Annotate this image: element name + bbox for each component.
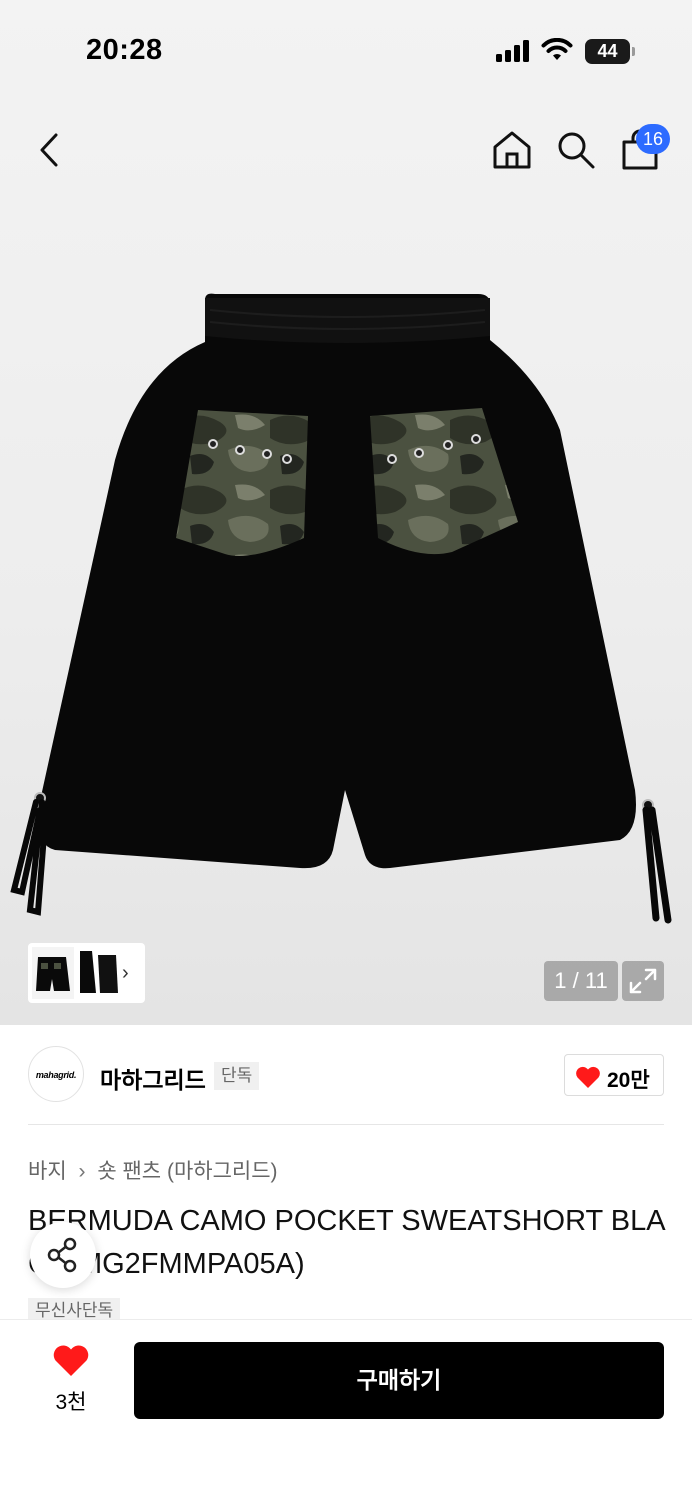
wifi-icon — [541, 38, 573, 60]
wishlist-count: 3천 — [55, 1391, 87, 1414]
search-button[interactable] — [556, 130, 596, 170]
cart-count-badge: 16 — [636, 124, 670, 154]
thumbnail-image — [32, 947, 118, 999]
breadcrumb-item-subcategory[interactable]: 숏 팬츠 (마하그리드) — [97, 1155, 277, 1185]
breadcrumb: 바지 › 숏 팬츠 (마하그리드) — [28, 1155, 278, 1185]
product-hero: 20:28 44 16 › 1 / 11 — [0, 0, 692, 1025]
breadcrumb-item-category[interactable]: 바지 — [28, 1155, 67, 1185]
brand-like-count: 20만 — [607, 1069, 650, 1092]
chevron-right-icon: › — [78, 1160, 86, 1183]
home-button[interactable] — [492, 130, 532, 170]
share-button[interactable] — [30, 1222, 96, 1288]
product-image[interactable] — [0, 270, 692, 940]
brand-exclusive-tag: 단독 — [214, 1062, 260, 1090]
status-time: 20:28 — [86, 34, 163, 66]
back-button[interactable] — [30, 128, 70, 172]
thumbnail-next-chevron[interactable]: › — [122, 962, 129, 985]
image-page-counter: 1 / 11 — [544, 961, 618, 1001]
heart-icon — [576, 1066, 600, 1088]
brand-row[interactable]: mahagrid. 마하그리드 단독 20만 — [28, 1046, 664, 1104]
heart-icon — [53, 1345, 89, 1376]
chevron-left-icon — [40, 133, 58, 167]
battery-icon: 44 — [585, 39, 635, 64]
expand-button[interactable] — [622, 961, 664, 1001]
product-title: BERMUDA CAMO POCKET SWEATSHORT BLACK(MG2… — [28, 1205, 666, 1280]
home-icon — [493, 131, 531, 169]
battery-level: 44 — [597, 41, 618, 61]
search-icon — [558, 132, 595, 169]
status-bar: 20:28 44 — [0, 0, 692, 100]
brand-name[interactable]: 마하그리드 — [100, 1061, 206, 1095]
wishlist-button[interactable]: 3천 — [40, 1340, 102, 1420]
buy-button[interactable]: 구매하기 — [134, 1342, 664, 1419]
brand-like-button[interactable]: 20만 — [564, 1054, 664, 1096]
brand-logo[interactable]: mahagrid. — [28, 1046, 84, 1102]
signal-icon — [496, 40, 529, 62]
expand-icon — [629, 968, 657, 994]
share-icon — [47, 1237, 77, 1273]
divider — [28, 1124, 664, 1125]
